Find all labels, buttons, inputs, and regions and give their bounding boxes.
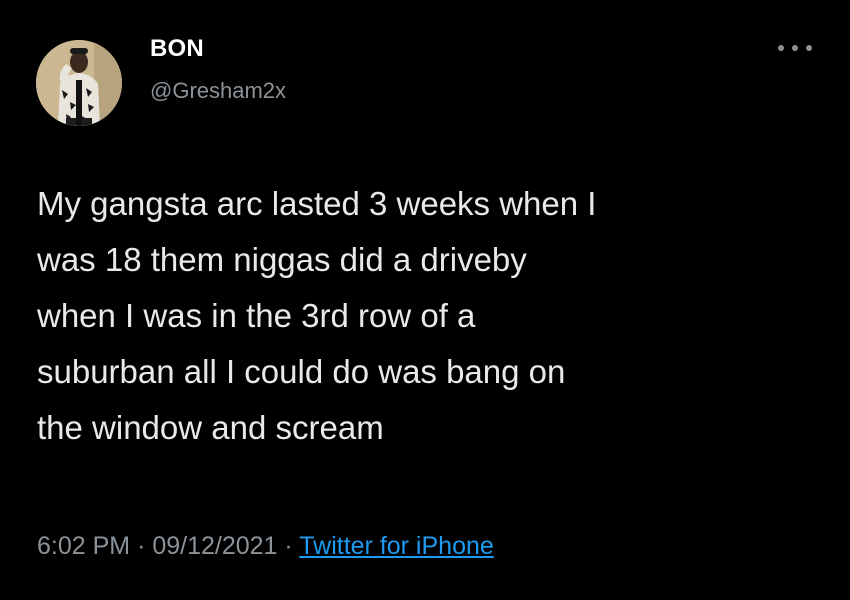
avatar-image <box>36 40 122 126</box>
tweet-card: BON @Gresham2x My gangsta arc lasted 3 w… <box>0 0 850 600</box>
dot <box>778 45 784 51</box>
more-options-icon[interactable] <box>778 38 812 58</box>
tweet-source-link[interactable]: Twitter for iPhone <box>299 532 494 560</box>
tweet-text: My gangsta arc lasted 3 weeks when I was… <box>37 176 827 456</box>
dot <box>792 45 798 51</box>
dot <box>806 45 812 51</box>
tweet-metadata: 6:02 PM · 09/12/2021 · Twitter for iPhon… <box>37 532 494 561</box>
tweet-text-line: the window and scream <box>37 409 384 446</box>
tweet-time[interactable]: 6:02 PM <box>37 532 130 560</box>
tweet-text-line: when I was in the 3rd row of a <box>37 297 476 334</box>
author-display-name[interactable]: BON <box>150 35 204 63</box>
tweet-text-line: was 18 them niggas did a driveby <box>37 241 527 278</box>
tweet-text-line: My gangsta arc lasted 3 weeks when I <box>37 185 597 222</box>
tweet-text-line: suburban all I could do was bang on <box>37 353 566 390</box>
avatar[interactable] <box>36 40 122 126</box>
tweet-date[interactable]: 09/12/2021 <box>152 532 277 560</box>
author-handle[interactable]: @Gresham2x <box>150 78 286 104</box>
separator: · <box>137 532 146 560</box>
separator: · <box>284 532 293 560</box>
